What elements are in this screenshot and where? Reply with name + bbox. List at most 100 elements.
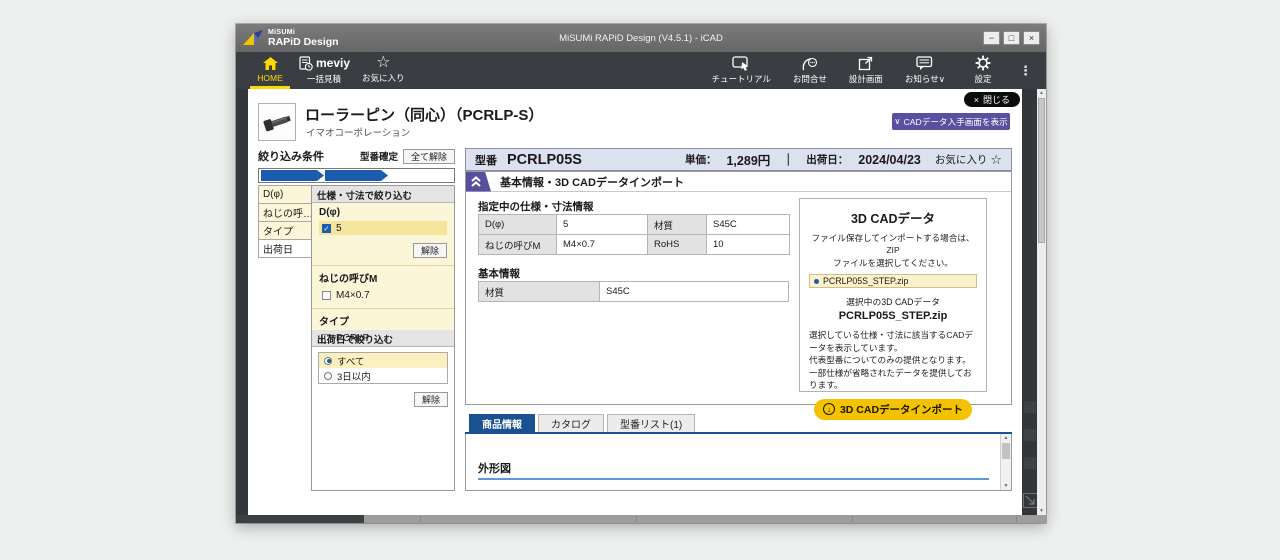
- table-row: 材質 S45C: [478, 281, 789, 302]
- clear-spec-button[interactable]: 解除: [413, 243, 447, 258]
- app-scrollbar-thumb[interactable]: [1038, 98, 1045, 243]
- clear-ship-button[interactable]: 解除: [414, 392, 448, 407]
- basic-table: 材質 S45C: [478, 281, 789, 302]
- show-cad-screen-button[interactable]: ∨ CADデータ入手画面を表示: [892, 113, 1010, 130]
- dialog-close-button[interactable]: × 閉じる: [964, 92, 1020, 107]
- external-link-icon: [858, 56, 874, 71]
- scroll-up-icon[interactable]: ▲: [1037, 89, 1046, 97]
- filter-category-type[interactable]: タイプ: [258, 221, 312, 240]
- detail-tabs: 商品情報 カタログ 型番リスト(1): [469, 414, 695, 432]
- spec-filter-header: 仕様・寸法で絞り込む: [312, 186, 454, 203]
- close-window-button[interactable]: ×: [1023, 31, 1040, 45]
- filter-option-m4[interactable]: M4×0.7: [319, 288, 447, 302]
- chevron-down-icon: ∨: [894, 116, 900, 127]
- ship-date-label: 出荷日：: [806, 152, 848, 167]
- ship-option-all[interactable]: すべて: [319, 353, 447, 368]
- section-title: 基本情報・3D CADデータインポート: [500, 174, 684, 190]
- panel-scrollbar[interactable]: ▲ ▼: [1000, 434, 1011, 490]
- header-divider: ｜: [782, 151, 794, 168]
- price-label: 単価：: [685, 152, 717, 167]
- nav-contact[interactable]: お問合せ: [787, 52, 833, 89]
- nav-favorites[interactable]: ☆ お気に入り: [356, 52, 411, 89]
- misumi-logo: MiSUMi RAPiD Design: [242, 29, 339, 48]
- collapse-section-icon[interactable]: [466, 172, 491, 192]
- filter-group-type-label: タイプ: [319, 313, 447, 328]
- nav-contact-label: お問合せ: [793, 73, 827, 85]
- clear-all-button[interactable]: 全て解除: [403, 149, 455, 164]
- app-scrollbar[interactable]: ▲ ▼: [1037, 89, 1046, 515]
- cad-data-panel: 3D CADデータ ファイル保存してインポートする場合は、ZIP ファイルを選択…: [799, 198, 987, 392]
- product-info-panel: 外形図 ▲ ▼: [465, 434, 1012, 491]
- titlebar: MiSUMi RAPiD Design MiSUMi RAPiD Design …: [236, 24, 1046, 52]
- scroll-down-icon[interactable]: ▼: [1001, 482, 1011, 490]
- outline-drawing-heading: 外形図: [478, 460, 511, 476]
- app-content: ▲ ▼ × 閉じる ∨ CADデータ入手画面を表示: [236, 89, 1046, 523]
- filter-category-thread[interactable]: ねじの呼…: [258, 203, 312, 222]
- filter-option-d5[interactable]: ✓ 5: [319, 221, 447, 235]
- filter-group-d-label: D(φ): [319, 207, 447, 218]
- chevron-down-icon: ∨: [939, 74, 945, 84]
- dimmed-tool-icon: [1023, 493, 1038, 508]
- nav-news[interactable]: お知らせ∨: [899, 52, 951, 89]
- nav-tutorial-label: チュートリアル: [711, 73, 770, 85]
- main-toolbar: HOME meviy 一括見積 ☆ お気に入り: [236, 52, 1046, 89]
- maximize-button[interactable]: □: [1003, 31, 1020, 45]
- nav-tutorial[interactable]: チュートリアル: [705, 52, 776, 89]
- product-dialog: × 閉じる ∨ CADデータ入手画面を表示 ローラーピン（同心）（PCRLP-S…: [248, 89, 1022, 515]
- selected-cad-label: 選択中の3D CADデータ: [809, 295, 977, 308]
- roller-pin-image: [259, 104, 295, 140]
- product-title: ローラーピン（同心）（PCRLP-S）: [305, 104, 543, 125]
- nav-design-screen[interactable]: 設計画面: [843, 52, 889, 89]
- part-number-bar: 型番 PCRLP05S 単価： 1,289円 ｜ 出荷日： 2024/04/23…: [465, 148, 1012, 171]
- tab-catalog[interactable]: カタログ: [538, 414, 604, 432]
- dialog-close-label: 閉じる: [983, 93, 1010, 106]
- spec-table: D(φ) 5 材質 S45C ねじの呼びM M4×0.7 RoHS 10: [478, 214, 790, 255]
- scroll-up-icon[interactable]: ▲: [1001, 434, 1011, 442]
- cad-import-button[interactable]: ↓ 3D CADデータインポート: [814, 399, 972, 420]
- app-window: MiSUMi RAPiD Design MiSUMi RAPiD Design …: [236, 24, 1046, 523]
- part-confirmed-status: 型番確定: [360, 149, 398, 163]
- panel-scrollbar-thumb[interactable]: [1002, 443, 1010, 459]
- radio-selected-icon[interactable]: [324, 357, 332, 365]
- app-status-strip: [236, 515, 1046, 523]
- tab-product-info[interactable]: 商品情報: [469, 414, 535, 432]
- tab-part-list[interactable]: 型番リスト(1): [607, 414, 695, 432]
- filter-category-d[interactable]: D(φ): [258, 185, 312, 204]
- star-icon: ☆: [376, 56, 390, 70]
- gear-icon: [975, 55, 991, 71]
- minimize-button[interactable]: −: [983, 31, 1000, 45]
- phone-contact-icon: [801, 56, 818, 71]
- table-row: ねじの呼びM M4×0.7 RoHS 10: [478, 234, 790, 255]
- favorite-toggle[interactable]: お気に入り ☆: [935, 152, 1002, 168]
- progress-step-2: [325, 170, 388, 181]
- ship-filter-header: 出荷日で絞り込む: [312, 330, 454, 347]
- nav-settings[interactable]: 設定: [961, 52, 1005, 89]
- favorite-star-icon: ☆: [990, 152, 1002, 168]
- ship-option-3days[interactable]: 3日以内: [319, 368, 447, 383]
- basic-info-section: 基本情報・3D CADデータインポート 指定中の仕様・寸法情報 D(φ) 5 材…: [465, 171, 1012, 405]
- filter-category-shipdate[interactable]: 出荷日: [258, 239, 312, 258]
- filter-group-thread-label: ねじの呼びM: [319, 270, 447, 285]
- price-value: 1,289円: [726, 150, 770, 169]
- cad-file-option[interactable]: PCRLP05S_STEP.zip: [809, 274, 977, 288]
- cad-panel-title: 3D CADデータ: [809, 208, 977, 227]
- selected-cad-file: PCRLP05S_STEP.zip: [809, 310, 977, 322]
- nav-home[interactable]: HOME: [248, 52, 292, 89]
- close-icon: ×: [974, 95, 979, 105]
- part-number-value: PCRLP05S: [507, 152, 582, 168]
- quote-document-icon: [298, 56, 313, 71]
- kebab-menu[interactable]: ⋮: [1015, 52, 1036, 89]
- filter-progress-bar: [258, 168, 455, 183]
- nav-meviy-quote[interactable]: meviy 一括見積: [292, 52, 356, 89]
- detail-main: 型番 PCRLP05S 単価： 1,289円 ｜ 出荷日： 2024/04/23…: [465, 148, 1012, 491]
- checkbox-checked-icon[interactable]: ✓: [322, 224, 331, 233]
- nav-favorites-label: お気に入り: [362, 72, 405, 84]
- download-icon: ↓: [823, 403, 835, 415]
- progress-step-1: [261, 170, 324, 181]
- tutorial-icon: [732, 56, 751, 71]
- filter-title: 絞り込み条件: [258, 148, 324, 164]
- radio-selected-icon: [814, 279, 819, 284]
- radio-icon[interactable]: [324, 372, 332, 380]
- checkbox-icon[interactable]: [322, 291, 331, 300]
- scroll-down-icon[interactable]: ▼: [1037, 507, 1046, 515]
